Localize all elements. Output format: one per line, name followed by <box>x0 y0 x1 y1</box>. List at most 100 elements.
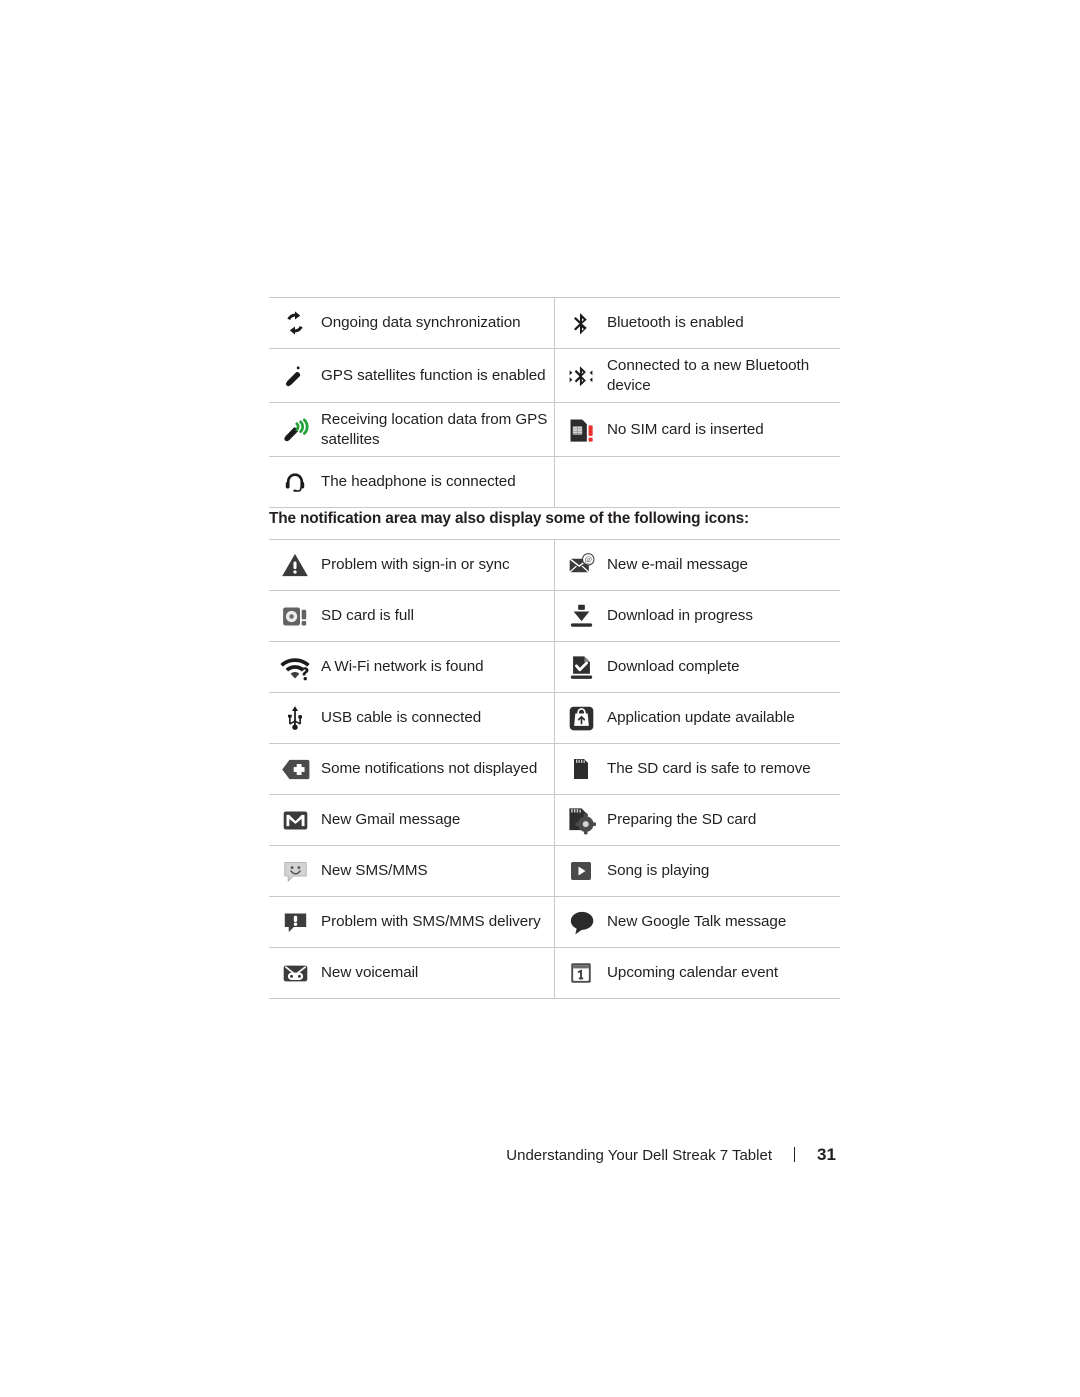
icon-description-pair: No SIM card is inserted <box>555 405 840 455</box>
notification-right-cell: New Google Talk message <box>554 896 840 948</box>
icon-description-pair: Download complete <box>555 642 840 692</box>
status-left-cell: Ongoing data synchronization <box>269 297 555 349</box>
table-row: Some notifications not displayed The SD c… <box>269 743 840 795</box>
icon-description-pair: Problem with SMS/MMS delivery <box>269 897 554 947</box>
status-left-cell: Receiving location data from GPS satelli… <box>269 402 555 457</box>
bluetooth-icon <box>555 309 607 337</box>
page-content: Ongoing data synchronization Bluetooth is… <box>269 0 841 1397</box>
usb-icon <box>269 704 321 732</box>
icon-description-label: The headphone is connected <box>321 473 516 491</box>
table-row: The headphone is connected <box>269 456 840 508</box>
icon-description-pair: A Wi-Fi network is found <box>269 642 554 692</box>
icon-description-pair: SD card is full <box>269 591 554 641</box>
icon-description-pair: New voicemail <box>269 948 554 998</box>
icon-description-label: Download complete <box>607 658 740 676</box>
table-row: New SMS/MMS Song is playing <box>269 845 840 897</box>
page-footer: Understanding Your Dell Streak 7 Tablet … <box>269 1145 841 1165</box>
icon-description-label: The SD card is safe to remove <box>607 760 811 778</box>
more-notifications-icon <box>269 755 321 784</box>
notification-left-cell: SD card is full <box>269 590 555 642</box>
gps-satellite-icon <box>269 362 321 390</box>
wifi-found-icon <box>269 652 321 682</box>
bluetooth-connected-icon <box>555 363 607 389</box>
warning-triangle-icon <box>269 551 321 579</box>
table-row: USB cable is connected Application update… <box>269 692 840 744</box>
notification-left-cell: Problem with sign-in or sync <box>269 539 555 591</box>
table-row: New Gmail message Preparing the SD card <box>269 794 840 846</box>
no-sim-card-icon <box>555 416 607 444</box>
icon-description-label: SD card is full <box>321 607 414 625</box>
notification-left-cell: New SMS/MMS <box>269 845 555 897</box>
email-icon: @ <box>555 552 607 579</box>
icon-description-pair: Some notifications not displayed <box>269 744 554 794</box>
icon-description-label: No SIM card is inserted <box>607 420 764 438</box>
headphone-icon <box>269 469 321 495</box>
footer-separator <box>794 1147 795 1162</box>
sms-problem-icon <box>269 909 321 936</box>
notification-left-cell: A Wi-Fi network is found <box>269 641 555 693</box>
icon-description-pair: The headphone is connected <box>269 457 554 507</box>
status-right-cell: Bluetooth is enabled <box>554 297 840 349</box>
svg-text:@: @ <box>584 555 591 564</box>
notification-right-cell: Upcoming calendar event <box>554 947 840 999</box>
page-number: 31 <box>817 1145 836 1164</box>
table-row: New voicemail Upcoming calendar event <box>269 947 840 999</box>
status-left-cell: GPS satellites function is enabled <box>269 348 555 403</box>
notification-right-cell: Song is playing <box>554 845 840 897</box>
icon-description-pair: Upcoming calendar event <box>555 948 840 998</box>
voicemail-icon <box>269 960 321 987</box>
icon-description-label: New Gmail message <box>321 811 461 829</box>
icon-description-label: Connected to a new Bluetooth device <box>607 357 810 394</box>
notification-left-cell: New Gmail message <box>269 794 555 846</box>
icon-description-pair: Bluetooth is enabled <box>555 298 840 348</box>
icon-description-label: Problem with sign-in or sync <box>321 556 510 574</box>
notification-left-cell: New voicemail <box>269 947 555 999</box>
notification-right-cell: @ New e-mail message <box>554 539 840 591</box>
download-progress-icon <box>555 602 607 630</box>
icon-description-label: Song is playing <box>607 862 710 880</box>
status-icons-table: Ongoing data synchronization Bluetooth is… <box>269 297 840 508</box>
icon-description-pair: Song is playing <box>555 846 840 896</box>
icon-description-label: GPS satellites function is enabled <box>321 366 546 384</box>
icon-description-pair: Preparing the SD card <box>555 795 840 845</box>
status-icons-table-body: Ongoing data synchronization Bluetooth is… <box>269 297 840 508</box>
notification-right-cell: Preparing the SD card <box>554 794 840 846</box>
table-row: A Wi-Fi network is found Download complet… <box>269 641 840 693</box>
notification-left-cell: USB cable is connected <box>269 692 555 744</box>
icon-description-pair: Application update available <box>555 693 840 743</box>
icon-description-label: Receiving location data from GPS satelli… <box>321 411 548 448</box>
icon-description-label: New Google Talk message <box>607 913 787 931</box>
icon-description-pair: @ New e-mail message <box>555 540 840 590</box>
icon-description-label: Bluetooth is enabled <box>607 314 744 332</box>
empty-cell <box>555 457 840 507</box>
notification-right-cell: Download complete <box>554 641 840 693</box>
icon-description-pair: Receiving location data from GPS satelli… <box>269 403 554 456</box>
icon-description-pair: Ongoing data synchronization <box>269 298 554 348</box>
icon-description-label: New voicemail <box>321 964 419 982</box>
gps-receiving-icon <box>269 415 321 445</box>
status-right-cell <box>554 456 840 508</box>
icon-description-label: Ongoing data synchronization <box>321 314 521 332</box>
icon-description-label: USB cable is connected <box>321 709 482 727</box>
icon-description-pair: New Gmail message <box>269 795 554 845</box>
google-talk-icon <box>555 909 607 936</box>
notification-left-cell: Problem with SMS/MMS delivery <box>269 896 555 948</box>
table-row: Ongoing data synchronization Bluetooth is… <box>269 297 840 349</box>
icon-description-pair: GPS satellites function is enabled <box>269 351 554 401</box>
table-row: SD card is full Download in progress <box>269 590 840 642</box>
sd-card-full-icon <box>269 603 321 630</box>
icon-description-label: New SMS/MMS <box>321 862 428 880</box>
table-row: Receiving location data from GPS satelli… <box>269 402 840 457</box>
icon-description-pair: New Google Talk message <box>555 897 840 947</box>
icon-description-label: New e-mail message <box>607 556 748 574</box>
app-update-icon <box>555 705 607 732</box>
status-right-cell: No SIM card is inserted <box>554 402 840 457</box>
icon-description-pair: Download in progress <box>555 591 840 641</box>
icon-description-label: Preparing the SD card <box>607 811 757 829</box>
notification-icons-table: Problem with sign-in or sync @ New e-mail … <box>269 539 840 999</box>
icon-description-pair: Problem with sign-in or sync <box>269 540 554 590</box>
sync-icon <box>269 309 321 337</box>
icon-description-pair: New SMS/MMS <box>269 846 554 896</box>
icon-description-label: Problem with SMS/MMS delivery <box>321 913 541 931</box>
table-row: Problem with SMS/MMS delivery New Google … <box>269 896 840 948</box>
